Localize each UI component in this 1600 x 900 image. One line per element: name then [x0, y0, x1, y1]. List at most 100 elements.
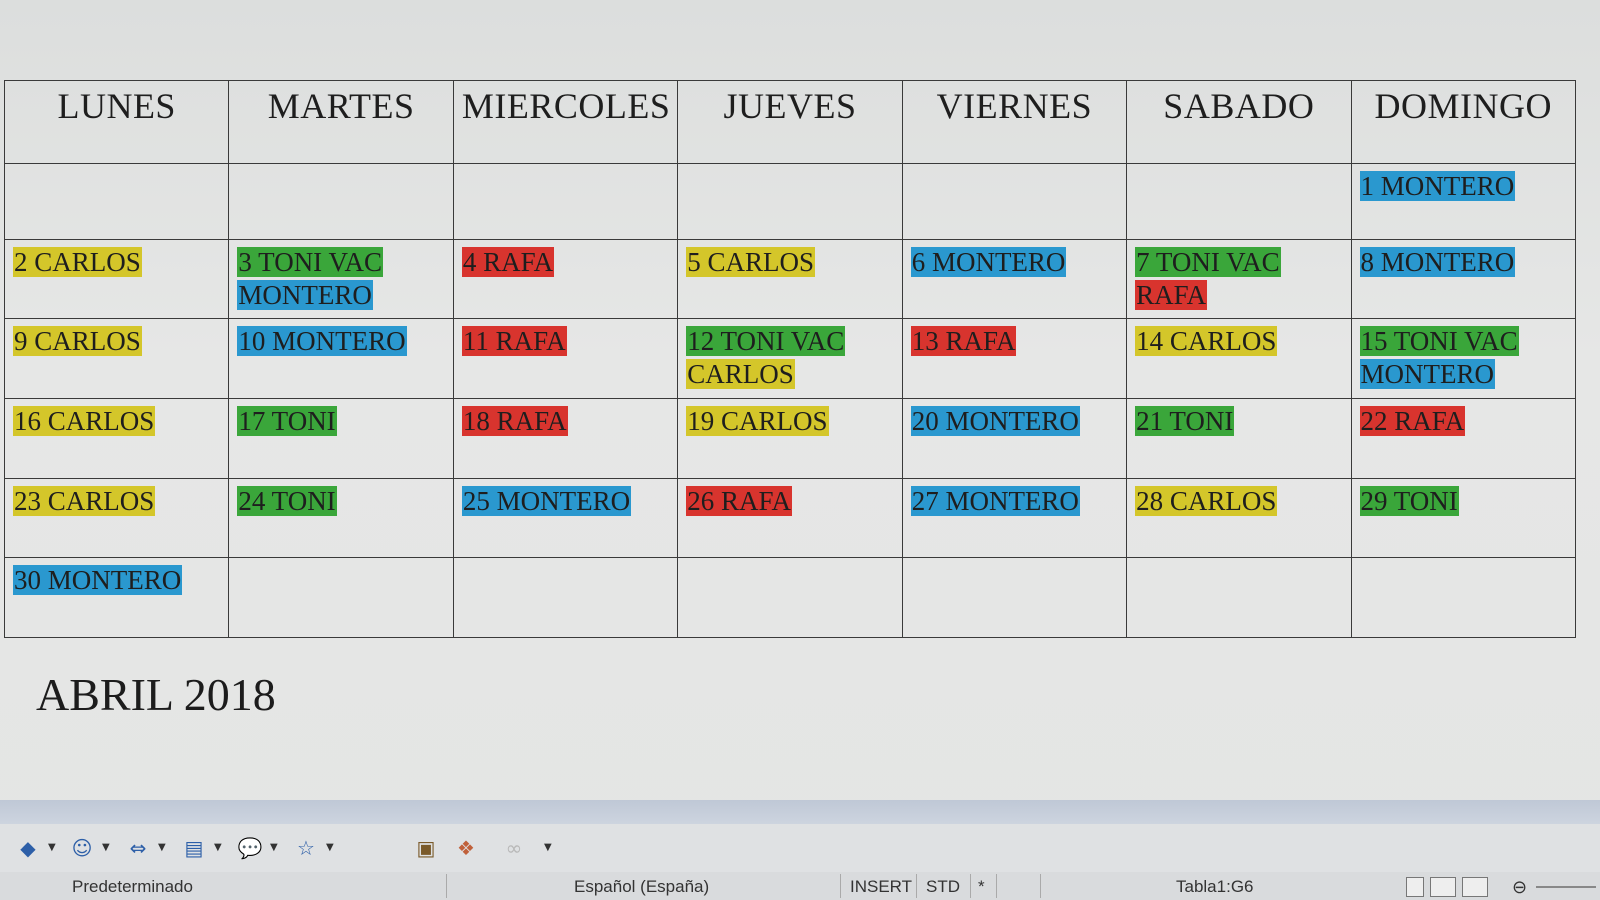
- chevron-down-icon[interactable]: ▼: [102, 842, 110, 853]
- page-style-label[interactable]: Predeterminado: [72, 877, 193, 897]
- day-cell[interactable]: [677, 163, 903, 240]
- calendar-body: 1 MONTERO 2 CARLOS 3 TONI VAC MONTERO 4 RAFA…: [3, 163, 1577, 638]
- shift-entry: CARLOS: [686, 359, 795, 390]
- day-cell[interactable]: 4 RAFA: [452, 238, 679, 320]
- weekday-header[interactable]: MIERCOLES: [452, 80, 679, 164]
- weekday-header[interactable]: JUEVES: [677, 80, 903, 164]
- smiley-shape-icon[interactable]: ☺: [68, 834, 96, 862]
- shift-entry: 4 RAFA: [461, 246, 555, 277]
- separator: [446, 874, 447, 898]
- day-cell[interactable]: 15 TONI VAC MONTERO: [1350, 318, 1577, 399]
- day-cell[interactable]: [1126, 557, 1352, 638]
- day-cell[interactable]: 9 CARLOS: [3, 318, 230, 399]
- day-cell[interactable]: 20 MONTERO: [901, 397, 1128, 479]
- shift-entry: 14 CARLOS: [1135, 326, 1278, 357]
- separator: [996, 874, 997, 898]
- star-shape-icon[interactable]: ☆: [292, 834, 320, 862]
- calendar-week-row: 16 CARLOS 17 TONI 18 RAFA 19 CARLOS 20 MONTE…: [3, 397, 1577, 479]
- shift-entry: 26 RAFA: [686, 485, 793, 516]
- link-icon[interactable]: ∞: [500, 834, 528, 862]
- day-cell[interactable]: 28 CARLOS: [1126, 477, 1352, 559]
- day-cell[interactable]: 21 TONI: [1126, 397, 1352, 479]
- day-cell[interactable]: [452, 557, 679, 638]
- day-cell[interactable]: 17 TONI: [228, 397, 454, 479]
- day-cell[interactable]: [1126, 163, 1352, 240]
- day-cell[interactable]: 8 MONTERO: [1350, 238, 1577, 320]
- shift-entry: 10 MONTERO: [237, 326, 407, 357]
- document-page: LUNES MARTES MIERCOLES JUEVES VIERNES SA…: [0, 0, 1600, 800]
- single-page-view-icon[interactable]: [1406, 877, 1424, 897]
- language-label[interactable]: Español (España): [574, 877, 709, 897]
- calendar-week-row: 2 CARLOS 3 TONI VAC MONTERO 4 RAFA 5 CARLOS 6…: [3, 238, 1577, 320]
- day-cell[interactable]: 6 MONTERO: [901, 238, 1128, 320]
- day-cell[interactable]: 12 TONI VAC CARLOS: [677, 318, 903, 399]
- day-cell[interactable]: [901, 163, 1128, 240]
- day-cell[interactable]: 1 MONTERO: [1350, 163, 1577, 240]
- weekday-header[interactable]: LUNES: [3, 80, 230, 164]
- shift-entry: 2 CARLOS: [13, 246, 142, 277]
- weekday-header-row: LUNES MARTES MIERCOLES JUEVES VIERNES SA…: [3, 80, 1577, 164]
- day-cell[interactable]: 16 CARLOS: [3, 397, 230, 479]
- day-cell[interactable]: 27 MONTERO: [901, 477, 1128, 559]
- drawing-toolbar: ◆ ▼ ☺ ▼ ⇔ ▼ ▤ ▼ 💬 ▼ ☆ ▼ ▣ ❖ ∞ ▼: [0, 824, 1600, 872]
- shift-entry: 19 CARLOS: [686, 405, 829, 436]
- day-cell[interactable]: 11 RAFA: [452, 318, 679, 399]
- day-cell[interactable]: [228, 163, 454, 240]
- day-cell[interactable]: [452, 163, 679, 240]
- day-cell[interactable]: 26 RAFA: [677, 477, 903, 559]
- day-cell[interactable]: [1350, 557, 1577, 638]
- weekday-header[interactable]: MARTES: [228, 80, 454, 164]
- day-cell[interactable]: 29 TONI: [1350, 477, 1577, 559]
- day-cell[interactable]: 25 MONTERO: [452, 477, 679, 559]
- weekday-header[interactable]: VIERNES: [901, 80, 1128, 164]
- day-cell[interactable]: 3 TONI VAC MONTERO: [228, 238, 454, 320]
- selection-mode-label[interactable]: STD: [926, 877, 960, 897]
- day-cell[interactable]: [228, 557, 454, 638]
- calendar-week-row: 1 MONTERO: [3, 163, 1577, 240]
- cell-reference: Tabla1:G6: [1176, 877, 1254, 896]
- chevron-down-icon[interactable]: ▼: [214, 842, 222, 853]
- shift-entry: 13 RAFA: [910, 326, 1017, 357]
- zoom-out-icon[interactable]: ⊖: [1512, 877, 1527, 898]
- chevron-down-icon[interactable]: ▼: [544, 842, 552, 853]
- day-cell[interactable]: 23 CARLOS: [3, 477, 230, 559]
- fontwork-icon[interactable]: ❖: [452, 834, 480, 862]
- day-cell[interactable]: 30 MONTERO: [3, 557, 230, 638]
- day-cell[interactable]: 22 RAFA: [1350, 397, 1577, 479]
- shift-entry: 22 RAFA: [1359, 405, 1466, 436]
- day-cell[interactable]: 19 CARLOS: [677, 397, 903, 479]
- day-cell[interactable]: 7 TONI VAC RAFA: [1126, 238, 1352, 320]
- day-cell[interactable]: 13 RAFA: [901, 318, 1128, 399]
- day-cell[interactable]: 5 CARLOS: [677, 238, 903, 320]
- day-cell[interactable]: 14 CARLOS: [1126, 318, 1352, 399]
- book-view-icon[interactable]: [1462, 877, 1488, 897]
- weekday-header[interactable]: SABADO: [1126, 80, 1352, 164]
- flowchart-shape-icon[interactable]: ▤: [180, 834, 208, 862]
- shift-entry: 17 TONI: [237, 405, 337, 436]
- weekday-header[interactable]: DOMINGO: [1350, 80, 1577, 164]
- day-cell[interactable]: [677, 557, 903, 638]
- day-cell[interactable]: [901, 557, 1128, 638]
- text-box-icon[interactable]: ▣: [412, 834, 440, 862]
- insert-mode-label[interactable]: INSERT: [850, 877, 912, 897]
- shift-entry: 8 MONTERO: [1359, 246, 1516, 277]
- day-cell[interactable]: 10 MONTERO: [228, 318, 454, 399]
- day-cell[interactable]: 18 RAFA: [452, 397, 679, 479]
- month-title[interactable]: ABRIL 2018: [36, 668, 276, 721]
- chevron-down-icon[interactable]: ▼: [158, 842, 166, 853]
- zoom-slider[interactable]: [1536, 886, 1596, 888]
- separator: [970, 874, 971, 898]
- multi-page-view-icon[interactable]: [1430, 877, 1456, 897]
- day-cell[interactable]: [3, 163, 230, 240]
- chevron-down-icon[interactable]: ▼: [326, 842, 334, 853]
- day-cell[interactable]: 24 TONI: [228, 477, 454, 559]
- day-cell[interactable]: 2 CARLOS: [3, 238, 230, 320]
- diamond-shape-icon[interactable]: ◆: [14, 834, 42, 862]
- shift-entry: 23 CARLOS: [13, 485, 156, 516]
- callout-shape-icon[interactable]: 💬: [236, 834, 264, 862]
- chevron-down-icon[interactable]: ▼: [270, 842, 278, 853]
- chevron-down-icon[interactable]: ▼: [48, 842, 56, 853]
- arrow-shape-icon[interactable]: ⇔: [124, 834, 152, 862]
- shift-entry: 29 TONI: [1359, 485, 1459, 516]
- shift-entry: 1 MONTERO: [1359, 171, 1516, 201]
